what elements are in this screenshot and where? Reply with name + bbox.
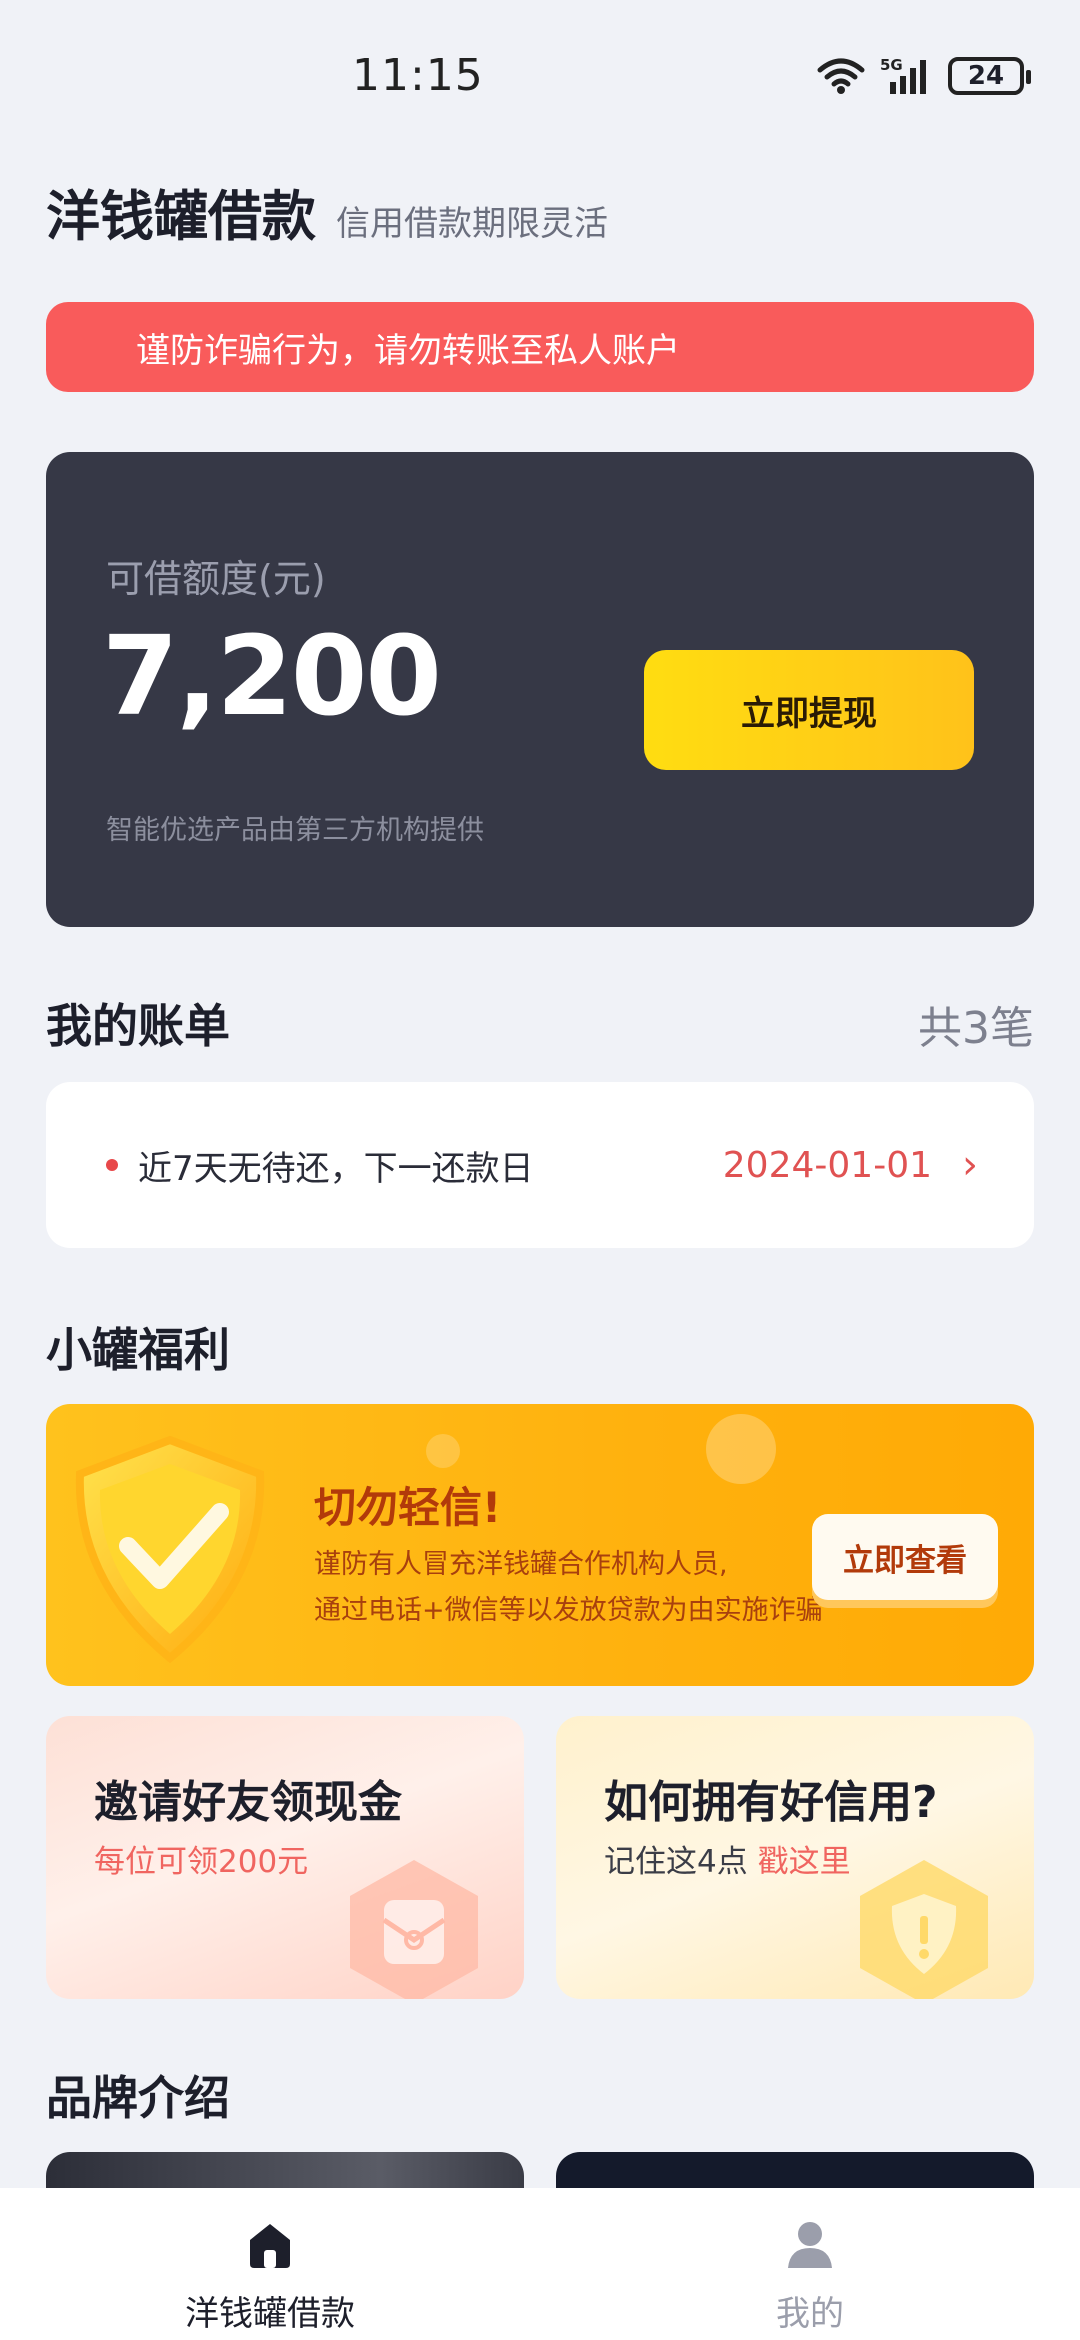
shield-alert-icon: [860, 1860, 988, 1999]
app-subtitle: 信用借款期限灵活: [336, 204, 608, 244]
nav-tab-mine[interactable]: 我的: [540, 2188, 1080, 2340]
signal-icon: 5G: [880, 56, 926, 94]
banner-line: 谨防有人冒充洋钱罐合作机构人员,: [314, 1549, 728, 1580]
bills-section-title: 我的账单: [46, 999, 230, 1053]
credit-tip-link[interactable]: 戳这里: [758, 1844, 851, 1880]
brand-section-title: 品牌介绍: [46, 2071, 230, 2125]
invite-subtitle: 每位可领200元: [94, 1844, 309, 1880]
home-icon: [250, 2224, 290, 2268]
decor-bubble: [426, 1434, 460, 1468]
credit-tip-subtitle: 记住这4点 戳这里: [604, 1836, 851, 1881]
banner-title: 切勿轻信!: [314, 1483, 502, 1532]
user-icon: [788, 2222, 832, 2268]
bottom-nav: 洋钱罐借款 我的: [0, 2188, 1080, 2340]
anti-fraud-banner[interactable]: 切勿轻信! 谨防有人冒充洋钱罐合作机构人员, 通过电话+微信等以发放贷款为由实施…: [46, 1404, 1034, 1686]
withdraw-button[interactable]: 立即提现: [644, 650, 974, 770]
bill-count: 共3笔: [918, 1003, 1034, 1054]
good-credit-card[interactable]: 如何拥有好信用? 记住这4点 戳这里: [556, 1716, 1034, 1999]
banner-line: 通过电话+微信等以发放贷款为由实施诈骗: [314, 1595, 823, 1626]
bullet-dot-icon: [106, 1159, 118, 1171]
fraud-warning-banner: 谨防诈骗行为，请勿转账至私人账户: [46, 302, 1034, 392]
credit-tip-text: 记住这4点: [604, 1844, 748, 1880]
status-bar: 11:15 5G 24: [0, 0, 1080, 150]
status-time: 11:15: [352, 50, 484, 101]
status-icons: 5G 24: [816, 56, 1031, 96]
credit-limit-amount: 7,200: [102, 612, 442, 740]
next-repayment-date: 2024-01-01: [722, 1144, 932, 1186]
wifi-icon: [817, 58, 865, 94]
welfare-section-title: 小罐福利: [46, 1323, 230, 1377]
decor-bubble: [706, 1414, 776, 1484]
view-now-button[interactable]: 立即查看: [812, 1514, 998, 1600]
credit-limit-label: 可借额度(元): [106, 557, 326, 601]
nav-mine-label: 我的: [776, 2294, 844, 2334]
credit-limit-card: 可借额度(元) 7,200 智能优选产品由第三方机构提供 立即提现: [46, 452, 1034, 927]
credit-tip-title: 如何拥有好信用?: [604, 1777, 938, 1828]
app-title: 洋钱罐借款: [46, 185, 316, 248]
chevron-right-icon: ›: [962, 1142, 978, 1188]
banner-description: 谨防有人冒充洋钱罐合作机构人员, 通过电话+微信等以发放贷款为由实施诈骗: [314, 1542, 823, 1634]
invite-title: 邀请好友领现金: [94, 1777, 402, 1828]
battery-icon: 24: [948, 57, 1031, 95]
shield-check-icon: [75, 1435, 265, 1664]
header: 洋钱罐借款 信用借款期限灵活: [46, 172, 608, 251]
nav-tab-home[interactable]: 洋钱罐借款: [0, 2188, 540, 2340]
bill-status-text: 近7天无待还，下一还款日: [138, 1148, 534, 1189]
svg-text:5G: 5G: [880, 56, 903, 74]
invite-friends-card[interactable]: 邀请好友领现金 每位可领200元: [46, 1716, 524, 1999]
credit-note: 智能优选产品由第三方机构提供: [106, 815, 484, 846]
nav-home-label: 洋钱罐借款: [185, 2294, 355, 2334]
bill-summary-card[interactable]: 近7天无待还，下一还款日 2024-01-01 ›: [46, 1082, 1034, 1248]
red-envelope-icon: [350, 1860, 478, 1999]
